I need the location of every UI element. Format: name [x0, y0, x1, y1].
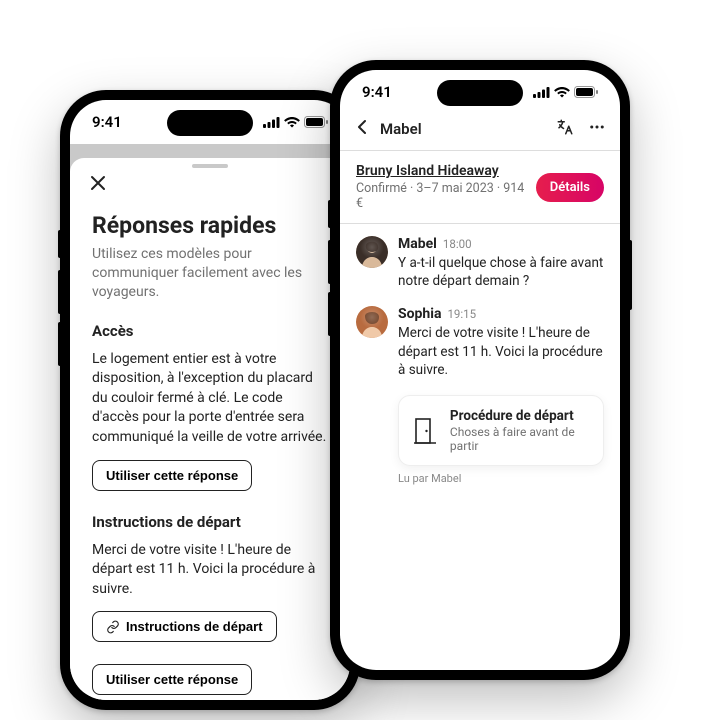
chevron-left-icon — [354, 119, 370, 135]
button-label: Détails — [550, 180, 590, 195]
use-reply-button[interactable]: Utiliser cette réponse — [92, 664, 252, 695]
cellular-icon — [533, 87, 550, 98]
section-heading: Accès — [92, 322, 328, 340]
dynamic-island — [437, 80, 523, 106]
status-time: 9:41 — [92, 113, 122, 131]
card-subtitle: Choses à faire avant de partir — [450, 425, 589, 453]
listing-title[interactable]: Bruny Island Hideaway — [356, 163, 526, 179]
section-body: Merci de votre visite ! L'heure de dépar… — [92, 541, 328, 600]
section-access: Accès Le logement entier est à votre dis… — [92, 322, 328, 513]
sheet-grabber[interactable] — [192, 164, 228, 168]
details-button[interactable]: Détails — [536, 173, 604, 202]
translate-icon — [556, 118, 574, 136]
wifi-icon — [284, 117, 300, 128]
card-title: Procédure de départ — [450, 408, 589, 424]
message-sender: Sophia — [398, 306, 441, 322]
phone-side-button — [628, 240, 632, 310]
section-checkout: Instructions de départ Merci de votre vi… — [92, 513, 328, 700]
button-label: Utiliser cette réponse — [106, 672, 238, 687]
more-button[interactable] — [588, 118, 606, 140]
person-icon — [356, 236, 388, 268]
close-button[interactable] — [90, 174, 328, 194]
phone-side-button — [58, 270, 62, 314]
phone-side-button — [328, 240, 332, 284]
status-time: 9:41 — [362, 83, 392, 101]
message: Mabel 18:00 Y a-t-il quelque chose à fai… — [356, 236, 604, 290]
phone-side-button — [328, 200, 332, 228]
phone-side-button — [58, 322, 62, 366]
quick-replies-sheet: Réponses rapides Utilisez ces modèles po… — [70, 158, 350, 700]
section-body: Le logement entier est à votre dispositi… — [92, 350, 328, 448]
message-time: 19:15 — [447, 307, 476, 321]
message: Sophia 19:15 Merci de votre visite ! L'h… — [356, 306, 604, 379]
wifi-icon — [554, 87, 570, 98]
close-icon — [90, 175, 106, 191]
status-icons — [533, 86, 598, 98]
phone-side-button — [58, 230, 62, 258]
message-text: Merci de votre visite ! L'heure de dépar… — [398, 324, 604, 379]
modal-backdrop: Réponses rapides Utilisez ces modèles po… — [70, 144, 350, 700]
attachment-chip[interactable]: Instructions de départ — [92, 611, 277, 642]
door-icon — [414, 417, 436, 445]
person-icon — [356, 306, 388, 338]
back-button[interactable] — [354, 119, 370, 139]
button-label: Utiliser cette réponse — [106, 468, 238, 483]
battery-icon — [574, 86, 598, 98]
phone-quick-replies: 9:41 Réponses rapides Utilisez ces modèl… — [60, 90, 360, 710]
page-subtitle: Utilisez ces modèles pour communiquer fa… — [92, 245, 328, 302]
more-horizontal-icon — [588, 118, 606, 136]
attachment-label: Instructions de départ — [126, 619, 263, 634]
reservation-subtitle: Confirmé · 3–7 mai 2023 · 914 € — [356, 181, 526, 211]
phone-conversation: 9:41 Mabel — [330, 60, 630, 680]
checkout-card[interactable]: Procédure de départ Choses à faire avant… — [398, 395, 604, 466]
read-receipt: Lu par Mabel — [398, 472, 604, 485]
page-title: Réponses rapides — [92, 212, 328, 239]
battery-icon — [304, 116, 328, 128]
dynamic-island — [167, 110, 253, 136]
status-icons — [263, 116, 328, 128]
avatar[interactable] — [356, 306, 388, 338]
link-icon — [106, 620, 120, 634]
conversation-title: Mabel — [380, 120, 422, 138]
message-text: Y a-t-il quelque chose à faire avant not… — [398, 254, 604, 290]
message-time: 18:00 — [443, 237, 472, 251]
cellular-icon — [263, 117, 280, 128]
section-heading: Instructions de départ — [92, 513, 328, 531]
avatar[interactable] — [356, 236, 388, 268]
reservation-bar: Bruny Island Hideaway Confirmé · 3–7 mai… — [340, 151, 620, 224]
conversation-navbar: Mabel — [340, 114, 620, 150]
message-sender: Mabel — [398, 236, 437, 252]
use-reply-button[interactable]: Utiliser cette réponse — [92, 460, 252, 491]
message-thread: Mabel 18:00 Y a-t-il quelque chose à fai… — [340, 224, 620, 670]
translate-button[interactable] — [556, 118, 574, 140]
phone-side-button — [328, 292, 332, 336]
